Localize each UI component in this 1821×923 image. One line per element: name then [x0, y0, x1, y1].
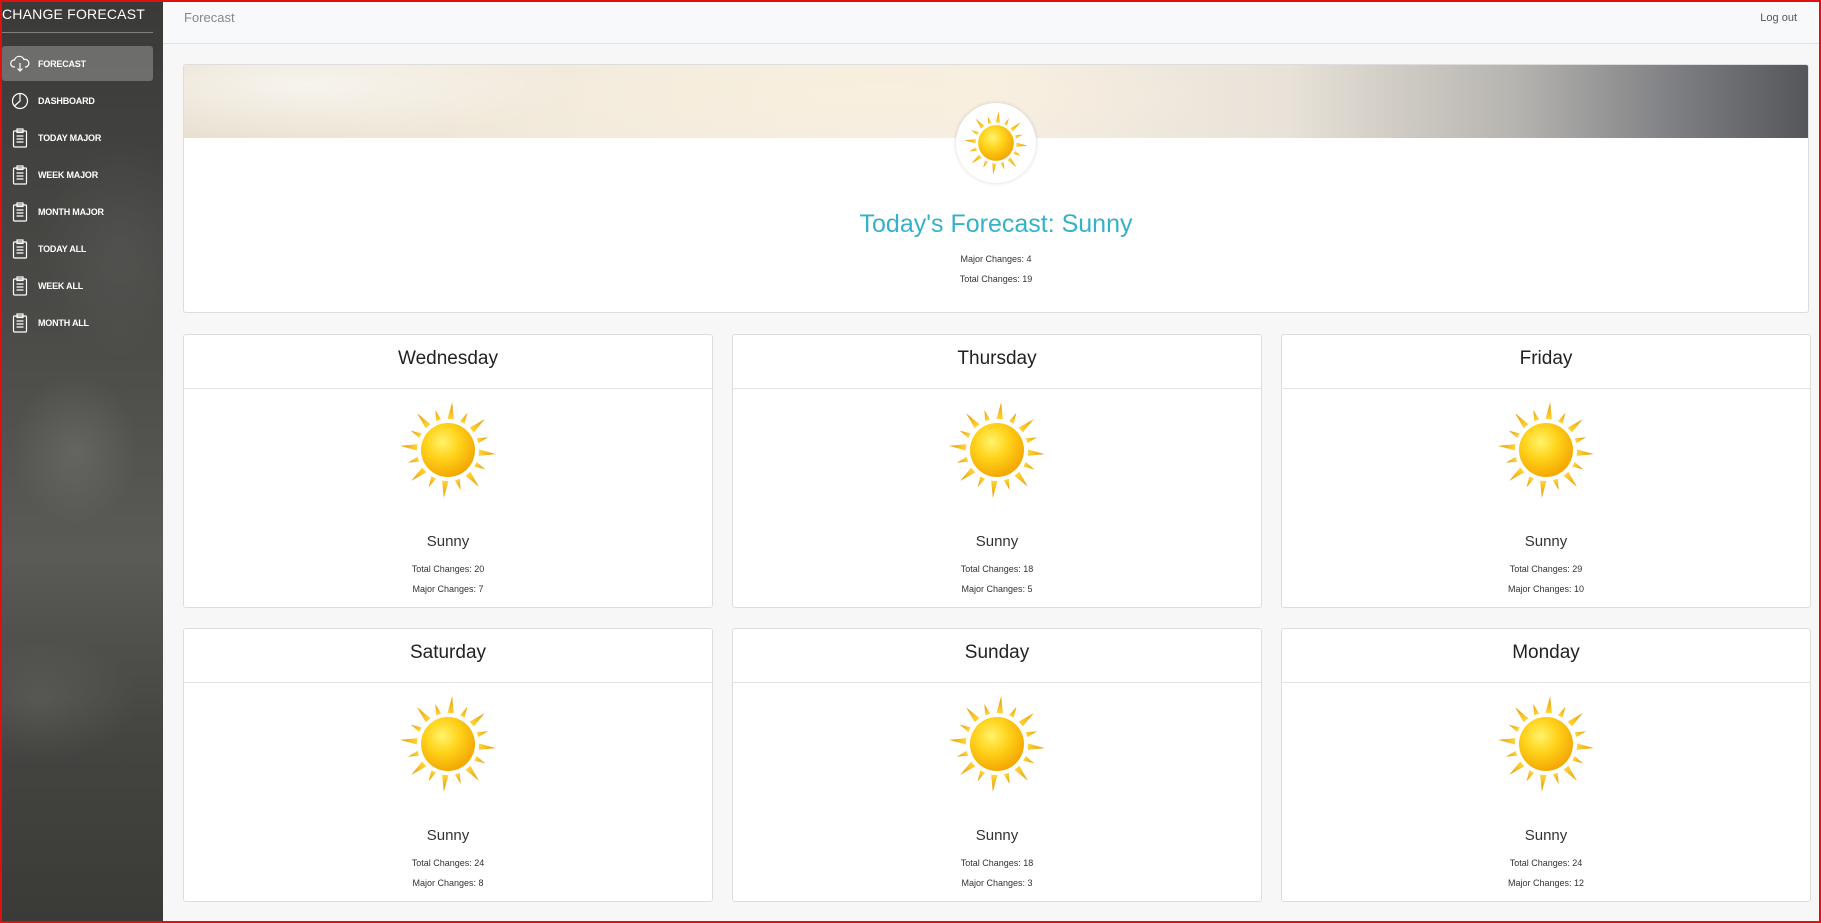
day-card-monday: Monday Sunny Total Changes: 24 Major Cha…	[1281, 628, 1811, 902]
day-major-changes: Major Changes: 7	[412, 584, 484, 594]
sidebar-item-label: TODAY MAJOR	[38, 132, 102, 143]
today-major-changes: Major Changes: 4	[960, 254, 1032, 264]
today-forecast-card: Today's Forecast: Sunny Major Changes: 4…	[183, 64, 1809, 313]
day-major-changes: Major Changes: 8	[412, 878, 484, 888]
today-weather-avatar	[956, 103, 1036, 183]
top-navbar: Forecast Log out	[163, 0, 1819, 44]
sidebar-item-label: WEEK ALL	[38, 280, 84, 291]
day-total-changes: Total Changes: 18	[960, 564, 1034, 574]
sidebar-item-label: FORECAST	[38, 58, 86, 69]
day-card-wednesday: Wednesday Sunny Total Changes: 20 Major …	[183, 334, 713, 608]
clipboard-icon	[2, 164, 38, 185]
clipboard-icon	[2, 127, 38, 148]
today-headline: Today's Forecast: Sunny	[859, 210, 1133, 238]
day-major-changes: Major Changes: 5	[961, 584, 1033, 594]
day-condition: Sunny	[426, 533, 470, 550]
day-condition: Sunny	[426, 827, 470, 844]
page-title: Forecast	[184, 10, 235, 25]
day-card-thursday: Thursday Sunny Total Changes: 18 Major C…	[732, 334, 1262, 608]
sun-icon	[1497, 695, 1595, 793]
sidebar-nav: FORECAST DASHBOARD TODAY MAJOR WEEK MAJO…	[0, 33, 163, 340]
day-major-changes: Major Changes: 10	[1507, 584, 1585, 594]
day-total-changes: Total Changes: 20	[411, 564, 485, 574]
pie-chart-icon	[2, 92, 38, 110]
sidebar-item-month-all[interactable]: MONTH ALL	[2, 305, 153, 340]
day-name: Sunday	[733, 629, 1261, 683]
cloud-download-icon	[2, 55, 38, 73]
day-total-changes: Total Changes: 24	[411, 858, 485, 868]
today-total-changes: Total Changes: 19	[959, 274, 1033, 284]
sidebar-item-label: DASHBOARD	[38, 95, 95, 106]
day-major-changes: Major Changes: 12	[1507, 878, 1585, 888]
day-name: Monday	[1282, 629, 1810, 683]
day-name: Friday	[1282, 335, 1810, 389]
day-total-changes: Total Changes: 18	[960, 858, 1034, 868]
day-name: Wednesday	[184, 335, 712, 389]
day-condition: Sunny	[1524, 533, 1568, 550]
day-condition: Sunny	[975, 827, 1019, 844]
day-major-changes: Major Changes: 3	[961, 878, 1033, 888]
sidebar: CHANGE FORECAST FORECAST DASHBOARD TODAY…	[0, 0, 163, 923]
sidebar-item-week-all[interactable]: WEEK ALL	[2, 268, 153, 303]
sidebar-item-label: TODAY ALL	[38, 243, 87, 254]
sidebar-item-week-major[interactable]: WEEK MAJOR	[2, 157, 153, 192]
sidebar-item-label: MONTH MAJOR	[38, 206, 104, 217]
sidebar-item-dashboard[interactable]: DASHBOARD	[2, 83, 153, 118]
clipboard-icon	[2, 312, 38, 333]
day-total-changes: Total Changes: 29	[1509, 564, 1583, 574]
day-condition: Sunny	[975, 533, 1019, 550]
day-condition: Sunny	[1524, 827, 1568, 844]
day-name: Saturday	[184, 629, 712, 683]
day-card-sunday: Sunday Sunny Total Changes: 18 Major Cha…	[732, 628, 1262, 902]
main-content: Today's Forecast: Sunny Major Changes: 4…	[163, 44, 1819, 923]
sidebar-item-label: MONTH ALL	[38, 317, 89, 328]
sidebar-item-today-major[interactable]: TODAY MAJOR	[2, 120, 153, 155]
clipboard-icon	[2, 201, 38, 222]
app-brand: CHANGE FORECAST	[0, 0, 153, 33]
day-card-friday: Friday Sunny Total Changes: 29 Major Cha…	[1281, 334, 1811, 608]
day-card-saturday: Saturday Sunny Total Changes: 24 Major C…	[183, 628, 713, 902]
sun-icon	[399, 401, 497, 499]
sun-icon	[948, 695, 1046, 793]
sun-icon	[399, 695, 497, 793]
sidebar-item-today-all[interactable]: TODAY ALL	[2, 231, 153, 266]
day-name: Thursday	[733, 335, 1261, 389]
day-total-changes: Total Changes: 24	[1509, 858, 1583, 868]
sidebar-item-label: WEEK MAJOR	[38, 169, 99, 180]
sun-icon	[948, 401, 1046, 499]
sun-icon	[1497, 401, 1595, 499]
sidebar-item-forecast[interactable]: FORECAST	[2, 46, 153, 81]
logout-link[interactable]: Log out	[1760, 12, 1797, 24]
clipboard-icon	[2, 275, 38, 296]
clipboard-icon	[2, 238, 38, 259]
sidebar-item-month-major[interactable]: MONTH MAJOR	[2, 194, 153, 229]
sun-icon	[964, 111, 1028, 175]
